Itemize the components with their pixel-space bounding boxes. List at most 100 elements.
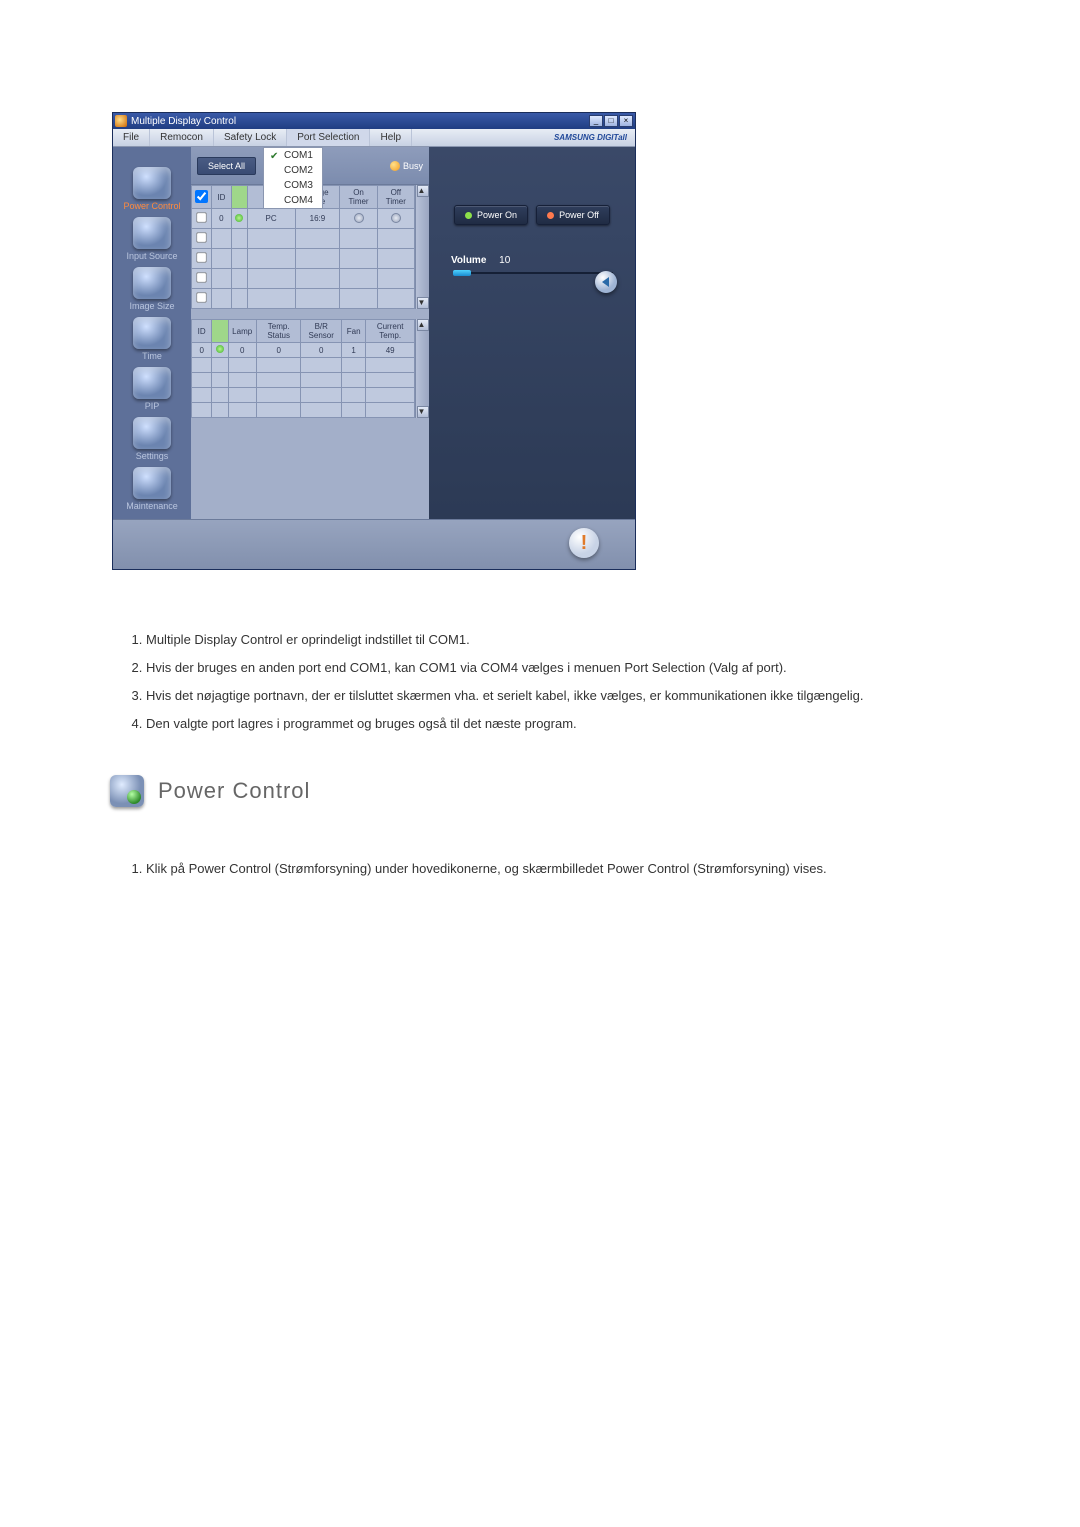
col-temp-status: Temp. Status bbox=[256, 320, 301, 343]
left-nav: Power Control Input Source Image Size Ti… bbox=[113, 147, 191, 519]
status-dot-icon bbox=[231, 209, 247, 229]
nav-pip[interactable]: PIP bbox=[117, 367, 187, 411]
heading-block: Power Control bbox=[110, 775, 1024, 807]
nav-time[interactable]: Time bbox=[117, 317, 187, 361]
app-icon bbox=[115, 115, 127, 127]
pip-icon bbox=[133, 367, 171, 399]
col-current-temp: Current Temp. bbox=[366, 320, 415, 343]
on-dot-icon bbox=[465, 212, 472, 219]
table-row bbox=[192, 229, 415, 249]
doc-ordered-list-2: Klik på Power Control (Strømforsyning) u… bbox=[126, 859, 1026, 879]
scroll-down-icon[interactable]: ▼ bbox=[417, 297, 429, 309]
port-option-com2[interactable]: COM2 bbox=[264, 163, 322, 178]
power-control-icon bbox=[110, 775, 144, 807]
busy-icon bbox=[390, 161, 400, 171]
minimize-button[interactable]: _ bbox=[589, 115, 603, 127]
col-fan: Fan bbox=[342, 320, 366, 343]
list-item: Den valgte port lagres i programmet og b… bbox=[146, 714, 1026, 734]
off-timer-dot-icon bbox=[377, 209, 414, 229]
table-row bbox=[192, 289, 415, 309]
doc-ordered-list-1: Multiple Display Control er oprindeligt … bbox=[126, 630, 1026, 735]
status-table: ID Lamp Temp. Status B/R Sensor Fan Curr… bbox=[191, 319, 415, 418]
col-status-icon bbox=[231, 186, 247, 209]
alert-icon[interactable]: ! bbox=[569, 528, 599, 558]
list-item: Hvis der bruges en anden port end COM1, … bbox=[146, 658, 1026, 678]
port-option-com4[interactable]: COM4 bbox=[264, 193, 322, 208]
col-on-timer: On Timer bbox=[340, 186, 377, 209]
table-row bbox=[192, 269, 415, 289]
volume-fill bbox=[453, 270, 471, 276]
table-row[interactable]: 0 0 0 0 1 49 bbox=[192, 343, 415, 358]
volume-block: Volume 10 bbox=[441, 255, 623, 277]
input-source-icon bbox=[133, 217, 171, 249]
col-lamp: Lamp bbox=[228, 320, 256, 343]
col-id: ID bbox=[192, 320, 212, 343]
power-icon bbox=[133, 167, 171, 199]
on-timer-dot-icon bbox=[340, 209, 377, 229]
menu-remocon[interactable]: Remocon bbox=[150, 129, 214, 146]
power-on-button[interactable]: Power On bbox=[454, 205, 528, 225]
table-row bbox=[192, 403, 415, 418]
scroll-up-icon[interactable]: ▲ bbox=[417, 319, 429, 331]
list-item: Hvis det nøjagtige portnavn, der er tils… bbox=[146, 686, 1026, 706]
maintenance-icon bbox=[133, 467, 171, 499]
row-checkbox[interactable] bbox=[196, 212, 206, 222]
nav-input-source[interactable]: Input Source bbox=[117, 217, 187, 261]
workspace: Power Control Input Source Image Size Ti… bbox=[113, 147, 635, 519]
header-checkbox[interactable] bbox=[195, 190, 208, 203]
title-bar: Multiple Display Control _ □ × bbox=[113, 113, 635, 129]
table-row bbox=[192, 388, 415, 403]
col-off-timer: Off Timer bbox=[377, 186, 414, 209]
right-panel: Power On Power Off Volume 10 bbox=[429, 147, 635, 519]
port-option-com1[interactable]: ✔ COM1 bbox=[264, 148, 322, 163]
settings-icon bbox=[133, 417, 171, 449]
port-label: COM4 bbox=[284, 195, 313, 206]
menu-help[interactable]: Help bbox=[370, 129, 412, 146]
table-row bbox=[192, 358, 415, 373]
scroll-down-icon[interactable]: ▼ bbox=[417, 406, 429, 418]
status-dot-icon bbox=[212, 343, 228, 358]
select-all-button[interactable]: Select All bbox=[197, 157, 256, 175]
volume-label: Volume bbox=[451, 255, 486, 266]
check-icon: ✔ bbox=[270, 151, 280, 161]
close-button[interactable]: × bbox=[619, 115, 633, 127]
nav-image-size[interactable]: Image Size bbox=[117, 267, 187, 311]
col-id: ID bbox=[212, 186, 232, 209]
busy-indicator: Busy bbox=[390, 161, 423, 171]
list-item: Klik på Power Control (Strømforsyning) u… bbox=[146, 859, 1026, 879]
menu-safety-lock[interactable]: Safety Lock bbox=[214, 129, 287, 146]
port-label: COM1 bbox=[284, 150, 313, 161]
app-window: Multiple Display Control _ □ × File Remo… bbox=[112, 112, 636, 570]
volume-value: 10 bbox=[499, 255, 510, 266]
scrollbar[interactable]: ▲ ▼ bbox=[415, 319, 429, 418]
nav-settings[interactable]: Settings bbox=[117, 417, 187, 461]
scrollbar[interactable]: ▲ ▼ bbox=[415, 185, 429, 309]
time-icon bbox=[133, 317, 171, 349]
scroll-up-icon[interactable]: ▲ bbox=[417, 185, 429, 197]
maximize-button[interactable]: □ bbox=[604, 115, 618, 127]
port-label: COM2 bbox=[284, 165, 313, 176]
nav-power-control[interactable]: Power Control bbox=[117, 167, 187, 211]
volume-knob-icon[interactable] bbox=[595, 271, 617, 293]
table-row bbox=[192, 373, 415, 388]
footer-bar: ! bbox=[113, 519, 635, 569]
window-title: Multiple Display Control bbox=[131, 116, 589, 127]
brand-label: SAMSUNG DIGITall bbox=[412, 129, 635, 146]
section-heading: Power Control bbox=[158, 778, 310, 804]
menu-bar: File Remocon Safety Lock Port Selection … bbox=[113, 129, 635, 147]
menu-file[interactable]: File bbox=[113, 129, 150, 146]
table-row bbox=[192, 249, 415, 269]
col-status-icon bbox=[212, 320, 228, 343]
list-item: Multiple Display Control er oprindeligt … bbox=[146, 630, 1026, 650]
volume-slider[interactable] bbox=[453, 272, 613, 274]
nav-maintenance[interactable]: Maintenance bbox=[117, 467, 187, 511]
power-off-button[interactable]: Power Off bbox=[536, 205, 610, 225]
col-br-sensor: B/R Sensor bbox=[301, 320, 342, 343]
port-label: COM3 bbox=[284, 180, 313, 191]
table-row[interactable]: 0 PC 16:9 bbox=[192, 209, 415, 229]
port-dropdown[interactable]: ✔ COM1 COM2 COM3 COM4 bbox=[263, 147, 323, 209]
port-option-com3[interactable]: COM3 bbox=[264, 178, 322, 193]
off-dot-icon bbox=[547, 212, 554, 219]
menu-port-selection[interactable]: Port Selection bbox=[287, 129, 370, 146]
image-size-icon bbox=[133, 267, 171, 299]
